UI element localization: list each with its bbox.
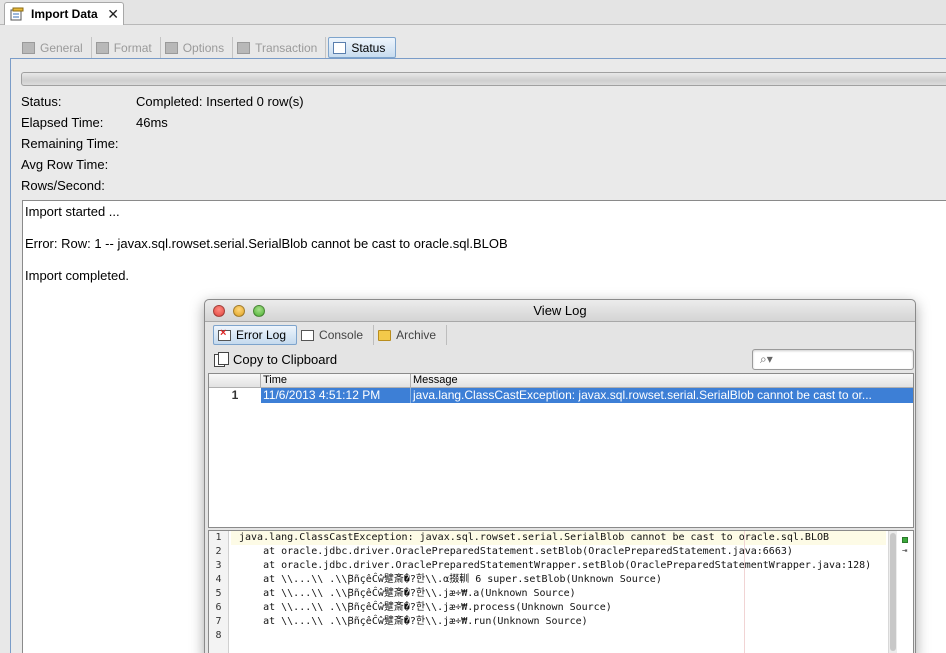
error-log-icon [218,327,231,341]
line-number: 6 [215,602,222,613]
step-general[interactable]: General [18,37,92,58]
import-data-icon [10,7,26,21]
column-number[interactable] [209,374,261,387]
line-number-gutter: 1 2 3 4 5 6 7 8 [209,531,229,653]
tab-label: Error Log [236,328,287,342]
step-label: Status [351,40,386,55]
window-close-button[interactable] [213,305,225,317]
tab-error-log[interactable]: Error Log [213,325,298,345]
elapsed-time-label: Elapsed Time: [21,115,104,130]
log-toolbar: Copy to Clipboard ⌕▾ [207,348,914,370]
avg-row-time-row: Avg Row Time: [21,157,136,175]
tab-console[interactable]: Console [297,325,375,345]
close-icon[interactable]: ✕ [107,6,119,23]
copy-icon[interactable] [214,352,229,367]
trace-line: java.lang.ClassCastException: javax.sql.… [231,531,886,545]
status-icon [333,41,347,54]
step-status[interactable]: Status [328,37,397,58]
trace-line: at oracle.jdbc.driver.OraclePreparedStat… [239,546,793,557]
general-icon [22,41,35,54]
tab-title: Import Data [31,7,98,21]
trace-line: at oracle.jdbc.driver.OraclePreparedStat… [239,560,872,571]
trace-text: java.lang.ClassCastException: javax.sql.… [231,531,886,653]
step-label: Options [182,40,225,55]
copy-to-clipboard-button[interactable]: Copy to Clipboard [233,352,337,367]
folder-icon [378,329,392,341]
trace-line: at \\...\\ .\\Ꞵ̃ñçêĈŵ躄斎�?한\\.jæ÷₩.run(Un… [239,616,588,627]
remaining-time-row: Remaining Time: [21,136,136,154]
window-title-bar[interactable]: View Log [205,300,915,322]
tab-import-data[interactable]: Import Data ✕ [4,2,124,25]
progress-bar [21,72,946,86]
trace-line: at \\...\\ .\\Ꞵ̃ñçêĈŵ躄斎�?한\\.jæ÷₩.proces… [239,602,612,613]
transaction-icon [237,41,251,54]
stack-trace-editor[interactable]: 1 2 3 4 5 6 7 8 java.lang.ClassCastExcep… [208,530,914,653]
right-margin-guide [744,531,745,653]
options-icon [164,41,178,54]
step-label: Format [113,40,152,55]
line-number: 4 [215,574,222,585]
tab-label: Archive [396,328,437,342]
step-transaction[interactable]: Transaction [233,37,327,58]
line-number: 8 [215,630,222,641]
tab-archive[interactable]: Archive [374,325,448,345]
output-line: Import completed. [25,268,130,283]
tab-label: Console [319,328,364,342]
elapsed-time-value: 46ms [136,115,168,130]
vertical-scrollbar[interactable] [888,531,897,653]
output-line: Import started ... [25,204,120,219]
line-number: 2 [215,546,222,557]
scrollbar-thumb[interactable] [890,533,896,651]
format-icon [95,41,109,54]
caret-marker-icon: ⇥ [902,546,908,556]
step-options[interactable]: Options [161,37,234,58]
status-value: Completed: Inserted 0 row(s) [136,94,304,109]
table-header: Time Message [209,374,913,388]
line-number: 5 [215,588,222,599]
column-time[interactable]: Time [261,374,411,387]
step-format[interactable]: Format [92,37,161,58]
step-label: Transaction [255,40,318,55]
console-icon [301,329,315,341]
trace-line: at \\...\\ .\\Ꞵ̃ñçêĈŵ躄斎�?한\\.jæ÷₩.a(Unkn… [239,588,576,599]
line-number: 3 [215,560,222,571]
view-log-window: View Log Error Log Console Archive Copy … [204,299,916,653]
table-row[interactable]: 1 11/6/2013 4:51:12 PM java.lang.ClassCa… [209,388,913,403]
trace-line [231,629,886,643]
rows-per-second-label: Rows/Second: [21,178,105,193]
wizard-steps: General Format Options Transaction Statu… [18,37,397,58]
row-message: java.lang.ClassCastException: javax.sql.… [411,388,913,403]
rows-per-second-row: Rows/Second: [21,178,136,196]
line-number: 1 [215,532,222,543]
avg-row-time-label: Avg Row Time: [21,157,109,172]
search-icon[interactable]: ⌕▾ [760,352,773,367]
search-input[interactable] [776,352,907,367]
status-ok-icon [902,537,908,543]
window-minimize-button[interactable] [233,305,245,317]
column-message[interactable]: Message [411,374,913,387]
row-time: 11/6/2013 4:51:12 PM [261,388,411,403]
status-row: Status: Completed: Inserted 0 row(s) [21,94,304,112]
document-tab-bar: Import Data ✕ [0,0,946,25]
log-tabs: Error Log Console Archive [213,325,448,345]
line-number: 7 [215,616,222,627]
window-title: View Log [533,303,587,318]
search-field[interactable]: ⌕▾ [752,349,914,370]
step-label: General [40,40,83,55]
window-zoom-button[interactable] [253,305,265,317]
error-log-table: Time Message 1 11/6/2013 4:51:12 PM java… [208,373,914,528]
status-label: Status: [21,94,62,109]
remaining-time-label: Remaining Time: [21,136,119,151]
output-line: Error: Row: 1 -- javax.sql.rowset.serial… [25,236,508,251]
trace-line: at \\...\\ .\\Ꞵ̃ñçêĈŵ躄斎�?한\\.α掇䡅 6 super… [239,574,662,585]
editor-markers: ⇥ [902,537,912,556]
elapsed-time-row: Elapsed Time: 46ms [21,115,168,133]
row-number: 1 [231,388,239,402]
